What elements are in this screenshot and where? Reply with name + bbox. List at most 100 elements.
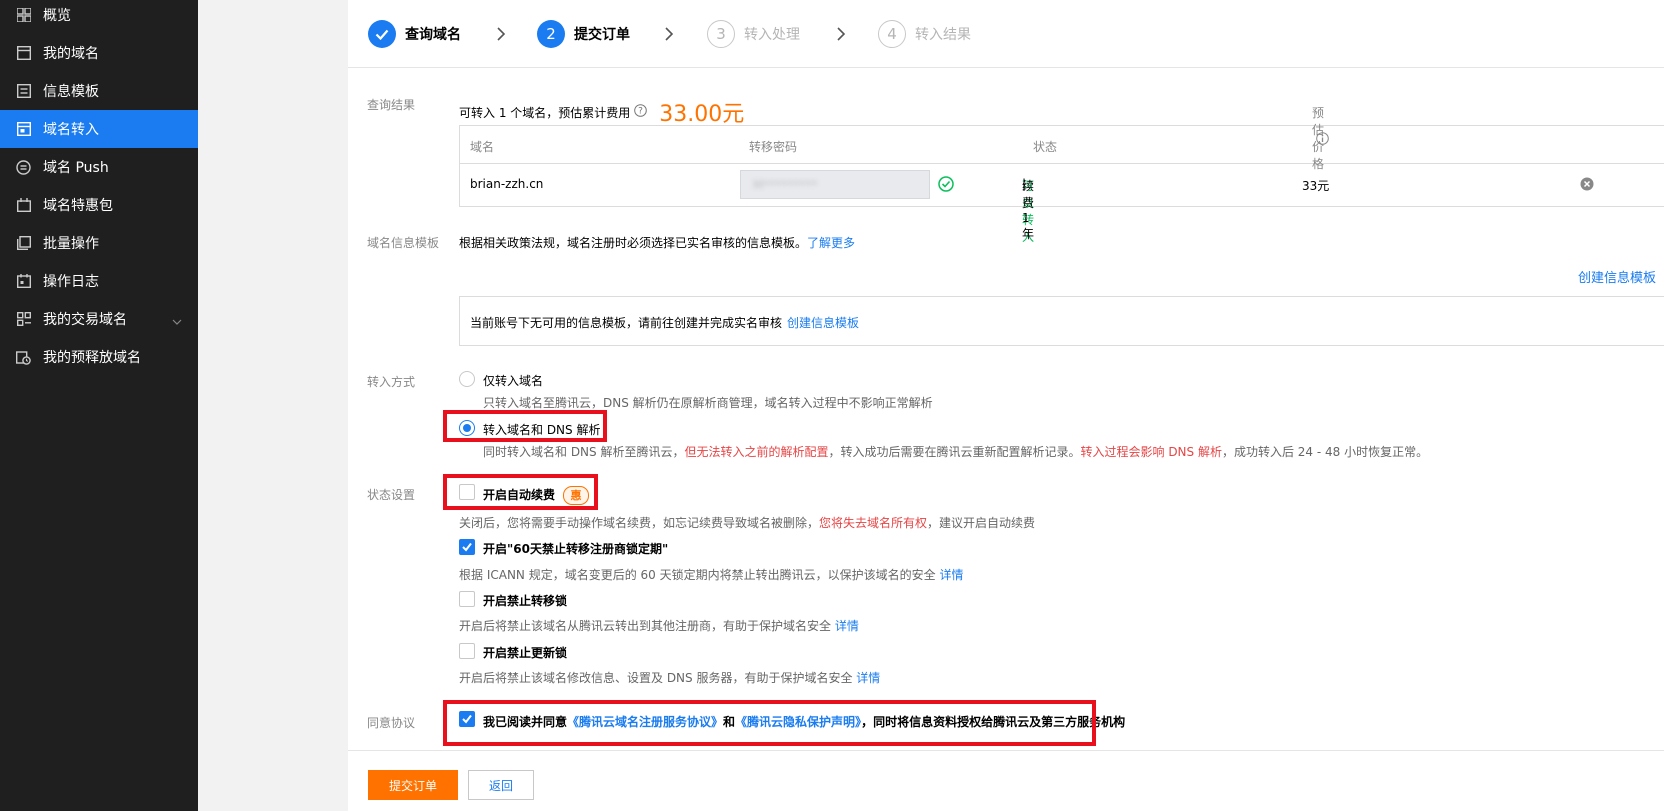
sidebar-item-my-domains[interactable]: 我的域名 bbox=[0, 34, 198, 72]
table-row: brian-zzh.cn M********* 可以转入 | 续费1年 33元 bbox=[460, 164, 1664, 244]
update-lock-detail-link[interactable]: 详情 bbox=[856, 671, 880, 685]
step-query: 查询域名 bbox=[368, 20, 461, 48]
update-lock-desc: 开启后将禁止该域名修改信息、设置及 DNS 服务器，有助于保护域名安全 详情 bbox=[459, 669, 880, 686]
transfer-lock-detail-link[interactable]: 详情 bbox=[835, 619, 859, 633]
sidebar-item-batch[interactable]: 批量操作 bbox=[0, 224, 198, 262]
step-number: 4 bbox=[878, 20, 906, 48]
opt-domain-dns-desc: 同时转入域名和 DNS 解析至腾讯云，但无法转入之前的解析配置，转入成功后需要在… bbox=[483, 443, 1428, 460]
opt-domain-only-label: 仅转入域名 bbox=[483, 374, 544, 388]
col-domain: 域名 bbox=[470, 140, 495, 154]
step-number: 3 bbox=[707, 20, 735, 48]
auto-renew-desc: 关闭后，您将需要手动操作域名续费，如忘记续费导致域名被删除，您将失去域名所有权，… bbox=[459, 514, 1035, 531]
sidebar-item-label: 信息模板 bbox=[43, 84, 99, 100]
sidebar-item-templates[interactable]: 信息模板 bbox=[0, 72, 198, 110]
sidebar-item-label: 域名特惠包 bbox=[43, 198, 113, 214]
submit-order-button[interactable]: 提交订单 bbox=[368, 770, 458, 800]
learn-more-link[interactable]: 了解更多 bbox=[807, 236, 855, 250]
chevron-down-icon[interactable] bbox=[172, 313, 182, 329]
update-lock-checkbox[interactable] bbox=[459, 643, 475, 659]
step-number: 2 bbox=[537, 20, 565, 48]
lock60-label: 开启"60天禁止转移注册商锁定期" bbox=[483, 542, 669, 556]
batch-icon bbox=[15, 235, 32, 252]
desc-part: 关闭后，您将需要手动操作域名续费，如忘记续费导致域名被删除， bbox=[459, 516, 820, 530]
update-lock-label: 开启禁止更新锁 bbox=[483, 646, 568, 660]
highlight-box-renew bbox=[443, 474, 598, 510]
query-result-label: 查询结果 bbox=[367, 98, 416, 112]
template-notice: 根据相关政策法规，域名注册时必须选择已实名审核的信息模板。了解更多 bbox=[459, 234, 855, 251]
main-content: 查询域名 2 提交订单 3 转入处理 4 转入结果 查询结果 可转入 1 个域名… bbox=[348, 0, 1664, 811]
sidebar-item-label: 域名 Push bbox=[43, 160, 109, 176]
step-label: 查询域名 bbox=[405, 27, 461, 43]
sidebar-item-logs[interactable]: 操作日志 bbox=[0, 262, 198, 300]
auth-code-input[interactable]: M********* bbox=[740, 170, 930, 199]
step-label: 转入处理 bbox=[744, 27, 800, 43]
sidebar-item-push[interactable]: 域名 Push bbox=[0, 148, 198, 186]
sidebar-item-transfer[interactable]: 域名转入 bbox=[0, 110, 198, 148]
radio-domain-only[interactable] bbox=[459, 371, 475, 387]
transfer-lock-checkbox[interactable] bbox=[459, 591, 475, 607]
checkmark-icon bbox=[462, 542, 472, 552]
desc-warning: 您将失去域名所有权 bbox=[819, 516, 928, 530]
step-submit: 2 提交订单 bbox=[537, 20, 630, 48]
sidebar-item-label: 我的交易域名 bbox=[43, 312, 127, 328]
template-label: 域名信息模板 bbox=[367, 236, 440, 250]
log-icon bbox=[15, 273, 32, 290]
sidebar-item-label: 我的预释放域名 bbox=[43, 350, 141, 366]
desc-part: ，建议开启自动续费 bbox=[927, 516, 1036, 530]
highlight-box-agreement bbox=[443, 700, 1096, 746]
col-status: 状态 bbox=[1033, 140, 1058, 154]
sidebar-item-label: 操作日志 bbox=[43, 274, 99, 290]
total-price: 33.00元 bbox=[659, 102, 745, 127]
status-renew: 续费1年 bbox=[1022, 179, 1035, 241]
transfer-mode-label: 转入方式 bbox=[367, 375, 416, 389]
lock60-detail-link[interactable]: 详情 bbox=[939, 568, 963, 582]
desc-part: 开启后将禁止该域名修改信息、设置及 DNS 服务器，有助于保护域名安全 bbox=[459, 671, 853, 685]
desc-part: 根据 ICANN 规定，域名变更后的 60 天锁定期内将禁止转出腾讯云，以保护该… bbox=[459, 568, 936, 582]
sidebar-item-label: 概览 bbox=[43, 8, 71, 24]
sidebar-item-trade[interactable]: 我的交易域名 bbox=[0, 300, 198, 338]
steps-bar: 查询域名 2 提交订单 3 转入处理 4 转入结果 bbox=[348, 0, 1664, 68]
estimated-price: 33元 bbox=[1302, 179, 1330, 193]
sidebar-item-label: 域名转入 bbox=[43, 122, 99, 138]
template-empty-text: 当前账号下无可用的信息模板，请前往创建并完成实名审核 bbox=[470, 316, 783, 330]
transfer-lock-label: 开启禁止转移锁 bbox=[483, 594, 568, 608]
sidebar-item-overview[interactable]: 概览 bbox=[0, 0, 198, 34]
trade-icon bbox=[15, 311, 32, 328]
step-label: 提交订单 bbox=[574, 27, 630, 43]
desc-part: 开启后将禁止该域名从腾讯云转出到其他注册商，有助于保护域名安全 bbox=[459, 619, 832, 633]
desc-warning: 但无法转入之前的解析配置 bbox=[684, 445, 829, 459]
info-icon[interactable] bbox=[1316, 131, 1329, 145]
query-summary: 可转入 1 个域名，预估累计费用 ? 33.00元 bbox=[459, 96, 744, 128]
domain-table: 域名 转移密码 状态 预估价格 brian-zzh.cn M********* … bbox=[459, 106, 1664, 244]
template-empty-link[interactable]: 创建信息模板 bbox=[787, 314, 859, 331]
step-label: 转入结果 bbox=[915, 27, 971, 43]
help-icon[interactable]: ? bbox=[634, 104, 648, 120]
chevron-right-icon bbox=[497, 27, 506, 41]
opt-domain-only-desc: 只转入域名至腾讯云，DNS 解析仍在原解析商管理，域名转入过程中不影响正常解析 bbox=[483, 396, 933, 410]
grid-icon bbox=[15, 7, 32, 24]
sidebar-item-label: 我的域名 bbox=[43, 46, 99, 62]
table-header: 域名 转移密码 状态 预估价格 bbox=[460, 106, 1664, 171]
create-template-link[interactable]: 创建信息模板 bbox=[1578, 267, 1656, 286]
footer-divider bbox=[348, 750, 1664, 751]
template-empty-box: 当前账号下无可用的信息模板，请前往创建并完成实名审核 创建信息模板 bbox=[459, 296, 1664, 346]
page-gutter bbox=[198, 0, 348, 811]
remove-icon[interactable] bbox=[1580, 177, 1594, 191]
template-icon bbox=[15, 83, 32, 100]
package-icon bbox=[15, 197, 32, 214]
sidebar: 概览 我的域名 信息模板 域名转入 域名 Push 域名特惠包 批量操作 操作日… bbox=[0, 0, 198, 811]
transfer-lock-desc: 开启后将禁止该域名从腾讯云转出到其他注册商，有助于保护域名安全 详情 bbox=[459, 617, 859, 634]
desc-part: ，转入成功后需要在腾讯云重新配置解析记录。 bbox=[828, 445, 1081, 459]
release-icon bbox=[15, 349, 32, 366]
lock60-checkbox[interactable] bbox=[459, 539, 475, 555]
status-settings-label: 状态设置 bbox=[367, 488, 416, 502]
sidebar-item-release[interactable]: 我的预释放域名 bbox=[0, 338, 198, 376]
sidebar-item-package[interactable]: 域名特惠包 bbox=[0, 186, 198, 224]
step-processing: 3 转入处理 bbox=[707, 20, 800, 48]
back-button[interactable]: 返回 bbox=[468, 770, 534, 800]
check-icon bbox=[368, 20, 396, 48]
col-auth-code: 转移密码 bbox=[749, 140, 798, 154]
template-notice-text: 根据相关政策法规，域名注册时必须选择已实名审核的信息模板。 bbox=[459, 236, 808, 250]
chevron-right-icon bbox=[837, 27, 846, 41]
chevron-right-icon bbox=[665, 27, 674, 41]
